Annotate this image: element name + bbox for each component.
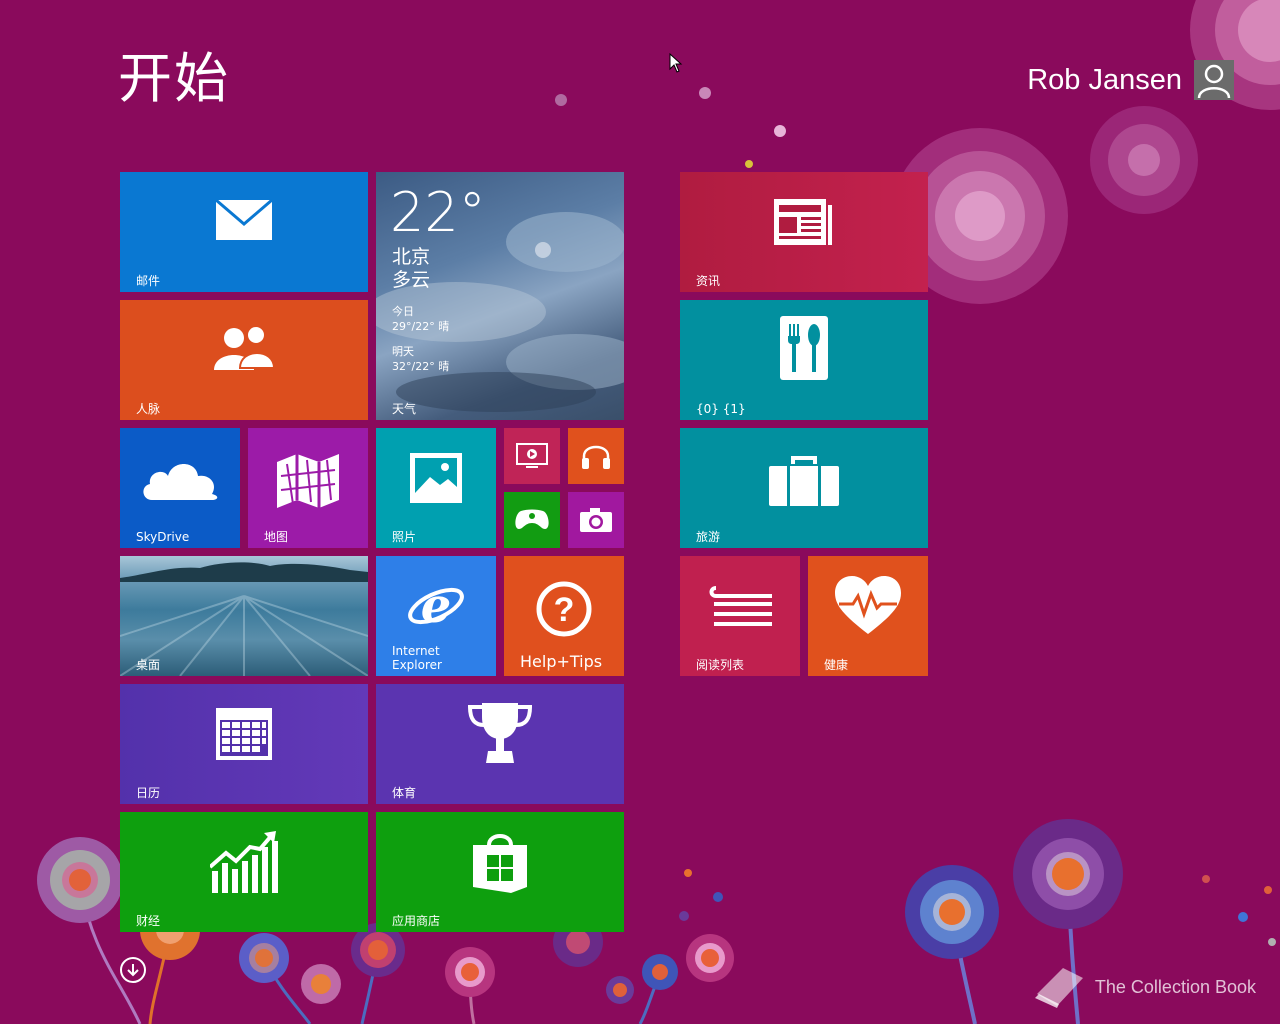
weather-today-forecast: 29°/22° 晴 bbox=[392, 320, 450, 333]
internet-explorer-icon: e bbox=[408, 578, 464, 634]
headphones-icon bbox=[582, 445, 610, 469]
weather-tomorrow-label: 明天 bbox=[392, 345, 414, 358]
tile-label: 旅游 bbox=[696, 530, 721, 544]
tile-label: 应用商店 bbox=[392, 914, 441, 928]
tile-label: SkyDrive bbox=[136, 530, 190, 544]
tile-calendar[interactable]: 日历 bbox=[120, 684, 368, 804]
mail-icon bbox=[215, 199, 273, 240]
svg-text:e: e bbox=[421, 578, 452, 634]
tile-people[interactable]: 人脉 bbox=[120, 300, 368, 420]
tile-label: {0} {1} bbox=[696, 402, 746, 416]
tile-label: Help+Tips bbox=[520, 652, 603, 671]
user-account[interactable]: Rob Jansen bbox=[1027, 60, 1234, 100]
tile-skydrive[interactable]: SkyDrive bbox=[120, 428, 240, 548]
tile-maps[interactable]: 地图 bbox=[248, 428, 368, 548]
tile-weather[interactable]: 22° 北京 多云 今日 29°/22° 晴 明天 32°/22° 晴 天气 bbox=[376, 172, 624, 420]
photo-icon bbox=[410, 453, 462, 504]
tile-travel[interactable]: 旅游 bbox=[680, 428, 928, 548]
mouse-cursor-icon bbox=[669, 53, 683, 73]
svg-text:?: ? bbox=[554, 591, 575, 629]
tile-music[interactable] bbox=[568, 428, 624, 484]
page-title: 开始 bbox=[118, 47, 230, 110]
user-avatar-icon[interactable] bbox=[1194, 60, 1234, 100]
tile-finance[interactable]: 财经 bbox=[120, 812, 368, 932]
tile-label: 体育 bbox=[392, 786, 417, 800]
tile-reading-list[interactable]: 阅读列表 bbox=[680, 556, 800, 676]
tile-label-line1: Internet bbox=[392, 644, 440, 658]
tile-photos[interactable]: 照片 bbox=[376, 428, 496, 548]
tile-label: 资讯 bbox=[696, 274, 721, 288]
weather-today-label: 今日 bbox=[392, 305, 414, 318]
tile-label: 地图 bbox=[264, 530, 289, 544]
tile-video[interactable] bbox=[504, 428, 560, 484]
xbox-controller-icon bbox=[515, 509, 549, 529]
tile-label: 阅读列表 bbox=[696, 658, 745, 672]
weather-temperature: 22° bbox=[390, 181, 486, 244]
arrow-down-circle-icon[interactable] bbox=[120, 957, 146, 983]
people-icon bbox=[214, 325, 276, 370]
news-icon bbox=[774, 199, 832, 246]
tile-label: 天气 bbox=[392, 402, 417, 416]
tile-mail[interactable]: 邮件 bbox=[120, 172, 368, 292]
tile-label: 桌面 bbox=[136, 658, 161, 672]
tile-label: 照片 bbox=[392, 530, 417, 544]
tile-label: 财经 bbox=[136, 914, 161, 928]
tile-internet-explorer[interactable]: e Internet Explorer bbox=[376, 556, 496, 676]
tile-label: 邮件 bbox=[136, 274, 161, 288]
tile-games[interactable] bbox=[504, 492, 560, 548]
weather-tomorrow-forecast: 32°/22° 晴 bbox=[392, 360, 450, 373]
tile-health[interactable]: 健康 bbox=[808, 556, 928, 676]
weather-city: 北京 bbox=[392, 246, 431, 268]
tile-sports[interactable]: 体育 bbox=[376, 684, 624, 804]
fork-spoon-icon bbox=[780, 316, 828, 380]
map-icon bbox=[277, 453, 339, 508]
tile-label-line2: Explorer bbox=[392, 658, 442, 672]
watermark-text: The Collection Book bbox=[1094, 976, 1256, 997]
tile-camera[interactable] bbox=[568, 492, 624, 548]
question-icon: ? bbox=[536, 581, 592, 637]
tile-label: 日历 bbox=[136, 786, 161, 800]
calendar-icon bbox=[216, 708, 272, 761]
watermark: The Collection Book bbox=[1033, 964, 1256, 1010]
reading-list-icon bbox=[709, 586, 772, 627]
camera-icon bbox=[580, 508, 612, 532]
tile-desktop[interactable]: 桌面 bbox=[120, 556, 368, 676]
chart-up-icon bbox=[210, 831, 278, 894]
trophy-icon bbox=[468, 703, 532, 764]
cloud-icon bbox=[143, 464, 218, 501]
book-icon bbox=[1034, 968, 1083, 1008]
heart-pulse-icon bbox=[835, 576, 901, 635]
tile-label: 人脉 bbox=[136, 402, 161, 416]
tile-food-drink[interactable]: {0} {1} bbox=[680, 300, 928, 420]
suitcase-icon bbox=[769, 455, 839, 506]
tile-help-tips[interactable]: ? Help+Tips bbox=[504, 556, 624, 676]
tile-news[interactable]: 资讯 bbox=[680, 172, 928, 292]
video-icon bbox=[516, 443, 548, 468]
weather-condition: 多云 bbox=[392, 269, 431, 291]
tile-store[interactable]: 应用商店 bbox=[376, 812, 624, 932]
store-bag-icon bbox=[473, 834, 527, 894]
user-name[interactable]: Rob Jansen bbox=[1027, 64, 1182, 97]
tile-label: 健康 bbox=[824, 658, 849, 672]
